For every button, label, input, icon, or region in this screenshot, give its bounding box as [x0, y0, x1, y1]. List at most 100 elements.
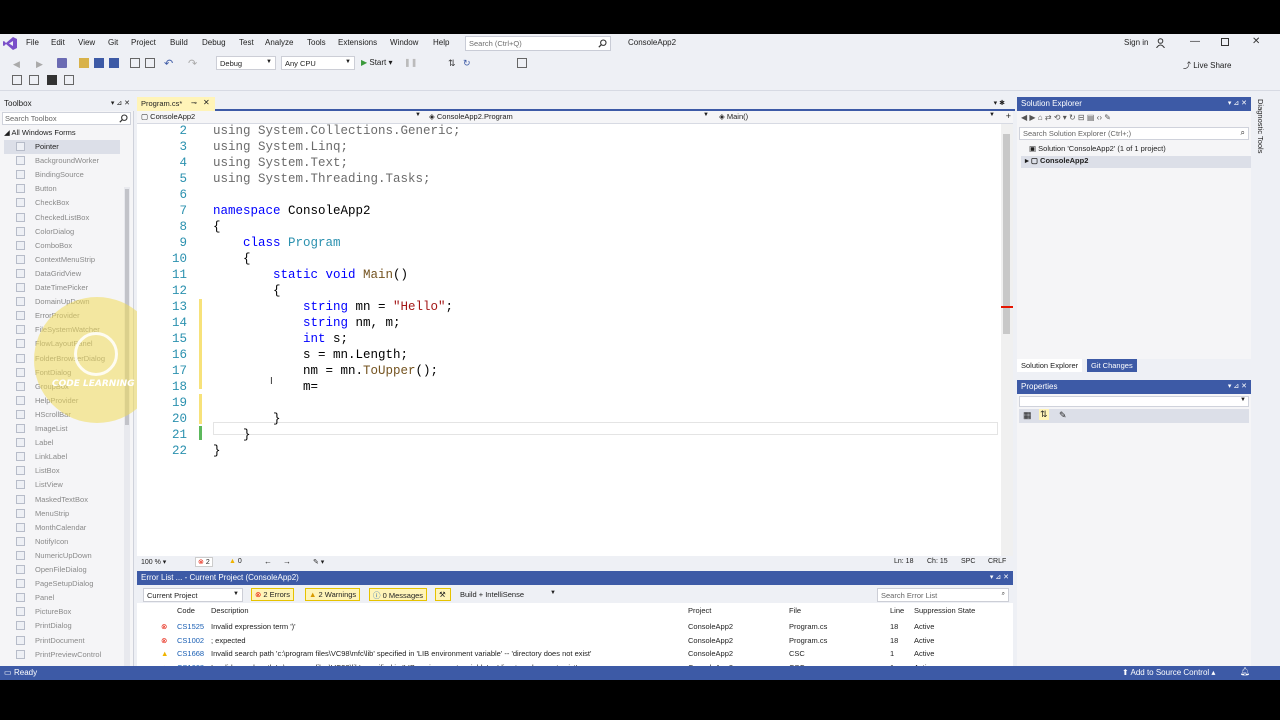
menu-analyze[interactable]: Analyze [265, 38, 293, 47]
menu-tools[interactable]: Tools [307, 38, 326, 47]
layout-icon[interactable] [29, 75, 39, 85]
menu-git[interactable]: Git [108, 38, 118, 47]
menu-window[interactable]: Window [390, 38, 418, 47]
properties-icon[interactable]: ✎ [1104, 113, 1111, 122]
col-file[interactable]: File [789, 606, 801, 615]
toolbox-item[interactable]: MaskedTextBox [16, 493, 126, 507]
save-all-icon[interactable] [109, 58, 119, 68]
col-project[interactable]: Project [688, 606, 711, 615]
code-view-icon[interactable]: ‹› [1097, 113, 1102, 122]
platform-dropdown[interactable]: Any CPU ▼ [281, 56, 355, 70]
toolbox-search-input[interactable]: Search Toolbox [2, 112, 131, 125]
save-icon[interactable] [94, 58, 104, 68]
close-tab-icon[interactable]: ✕ [203, 98, 210, 107]
minimize-button[interactable]: — [1190, 36, 1200, 47]
code-cleanup-icon[interactable]: ✎ ▾ [313, 558, 324, 566]
forward-icon[interactable]: ▶ [36, 59, 46, 69]
error-search-input[interactable]: Search Error List ⌕ [877, 588, 1009, 602]
configuration-dropdown[interactable]: Debug ▼ [216, 56, 276, 70]
error-code[interactable]: CS1002 [177, 636, 204, 645]
toolbox-item[interactable]: ListBox [16, 464, 126, 478]
toolbox-item[interactable]: CheckBox [16, 196, 126, 210]
home-icon[interactable]: ⌂ [1038, 113, 1043, 122]
history-icon[interactable]: ⟲ ▾ [1054, 113, 1067, 122]
tab-solution-explorer[interactable]: Solution Explorer [1017, 359, 1083, 372]
pause-icon[interactable]: ❚❚ [404, 58, 417, 68]
properties-object-dropdown[interactable]: ▼ [1019, 396, 1249, 407]
comment-icon[interactable] [145, 58, 155, 68]
toolbox-item[interactable]: DataGridView [16, 267, 126, 281]
refresh-icon[interactable]: ↻ [1069, 113, 1076, 122]
warning-count-badge[interactable]: ▲ 0 [229, 558, 242, 565]
toolbox-group-header[interactable]: ◢ All Windows Forms [4, 128, 76, 137]
zoom-dropdown[interactable]: 100 % ▾ [141, 558, 166, 566]
menu-build[interactable]: Build [170, 38, 188, 47]
line-ending-mode[interactable]: CRLF [988, 558, 1006, 565]
toolbox-item[interactable]: OpenFileDialog [16, 563, 126, 577]
format-icon[interactable] [130, 58, 140, 68]
live-share-button[interactable]: ⤴ Live Share [1183, 60, 1231, 71]
class-nav-dropdown[interactable]: ◈ ConsoleApp2.Program ▼ [429, 112, 713, 123]
col-line[interactable]: Line [890, 606, 904, 615]
prev-issue-icon[interactable]: ← [264, 557, 272, 566]
toolbox-item[interactable]: Button [16, 182, 126, 196]
add-to-source-control-button[interactable]: ⬆ Add to Source Control ▴ [1122, 668, 1215, 677]
error-row[interactable]: ⊗ CS1002 ; expected ConsoleApp2 Program.cs 18… [137, 635, 1013, 648]
toolbox-item[interactable]: ColorDialog [16, 225, 126, 239]
sign-in-link[interactable]: Sign in [1124, 38, 1148, 47]
toolbox-item[interactable]: CheckedListBox [16, 211, 126, 225]
scope-dropdown[interactable]: Current Project ▼ [143, 588, 243, 602]
toolbox-item[interactable]: MenuStrip [16, 507, 126, 521]
show-all-icon[interactable]: ▤ [1087, 113, 1095, 122]
col-description[interactable]: Description [211, 606, 249, 615]
tab-program-cs[interactable]: Program.cs* ⊸ ✕ [137, 97, 215, 111]
error-code[interactable]: CS1668 [177, 649, 204, 658]
menu-project[interactable]: Project [131, 38, 156, 47]
col-code[interactable]: Code [177, 606, 195, 615]
toolbox-item[interactable]: BackgroundWorker [16, 154, 126, 168]
toolbox-item[interactable]: PageSetupDialog [16, 577, 126, 591]
bookmark-icon[interactable] [47, 75, 57, 85]
toolbox-item[interactable]: BindingSource [16, 168, 126, 182]
screenshot-icon[interactable] [517, 58, 527, 68]
filter-icon[interactable]: ⚒ [435, 588, 451, 601]
solution-search-input[interactable]: Search Solution Explorer (Ctrl+;) ⌕ [1019, 127, 1249, 140]
step-icon[interactable]: ⇅ [448, 58, 458, 68]
menu-view[interactable]: View [78, 38, 95, 47]
project-nav-dropdown[interactable]: ▢ ConsoleApp2 ▼ [141, 112, 425, 123]
toolbox-item[interactable]: DateTimePicker [16, 281, 126, 295]
member-nav-dropdown[interactable]: ◈ Main() ▼ [719, 112, 999, 123]
account-icon[interactable] [1156, 38, 1165, 48]
next-issue-icon[interactable]: → [283, 557, 291, 566]
menu-extensions[interactable]: Extensions [338, 38, 377, 47]
col-suppression-state[interactable]: Suppression State [914, 606, 975, 615]
toolbox-item[interactable]: ImageList [16, 422, 126, 436]
error-count-badge[interactable]: ⊗ 2 [195, 557, 213, 567]
maximize-button[interactable] [1221, 38, 1229, 46]
toolbox-toggle-icon[interactable] [12, 75, 22, 85]
error-row[interactable]: ⊗ CS1525 Invalid expression term ')' Consol… [137, 621, 1013, 634]
undo-icon[interactable]: ↶ [164, 57, 174, 70]
error-code[interactable]: CS1525 [177, 622, 204, 631]
build-filter-dropdown[interactable]: Build + IntelliSense ▼ [457, 588, 559, 602]
errors-filter-button[interactable]: ⊗ 2 Errors [251, 588, 295, 601]
toolbox-item[interactable]: Panel [16, 591, 126, 605]
forward-icon[interactable]: ▶ [1029, 113, 1035, 122]
menu-debug[interactable]: Debug [202, 38, 226, 47]
back-icon[interactable]: ◀ [1021, 113, 1027, 122]
toolbox-item[interactable]: NumericUpDown [16, 549, 126, 563]
search-input[interactable]: Search (Ctrl+Q) [465, 36, 611, 51]
open-folder-icon[interactable] [79, 58, 89, 68]
editor-scroll-thumb[interactable] [1003, 134, 1010, 334]
menu-edit[interactable]: Edit [51, 38, 65, 47]
menu-file[interactable]: File [26, 38, 39, 47]
hot-reload-icon[interactable]: ↻ [463, 58, 473, 68]
pin-icon[interactable]: ⊸ [191, 99, 197, 107]
notifications-icon[interactable]: 🔔︎ [1240, 667, 1250, 676]
whitespace-mode[interactable]: SPC [961, 558, 975, 565]
menu-test[interactable]: Test [239, 38, 254, 47]
toolbox-item[interactable]: PictureBox [16, 605, 126, 619]
close-window-button[interactable]: ✕ [1252, 36, 1260, 47]
collapse-icon[interactable]: ⊟ [1078, 113, 1085, 122]
warnings-filter-button[interactable]: ▲ 2 Warnings [305, 588, 361, 601]
